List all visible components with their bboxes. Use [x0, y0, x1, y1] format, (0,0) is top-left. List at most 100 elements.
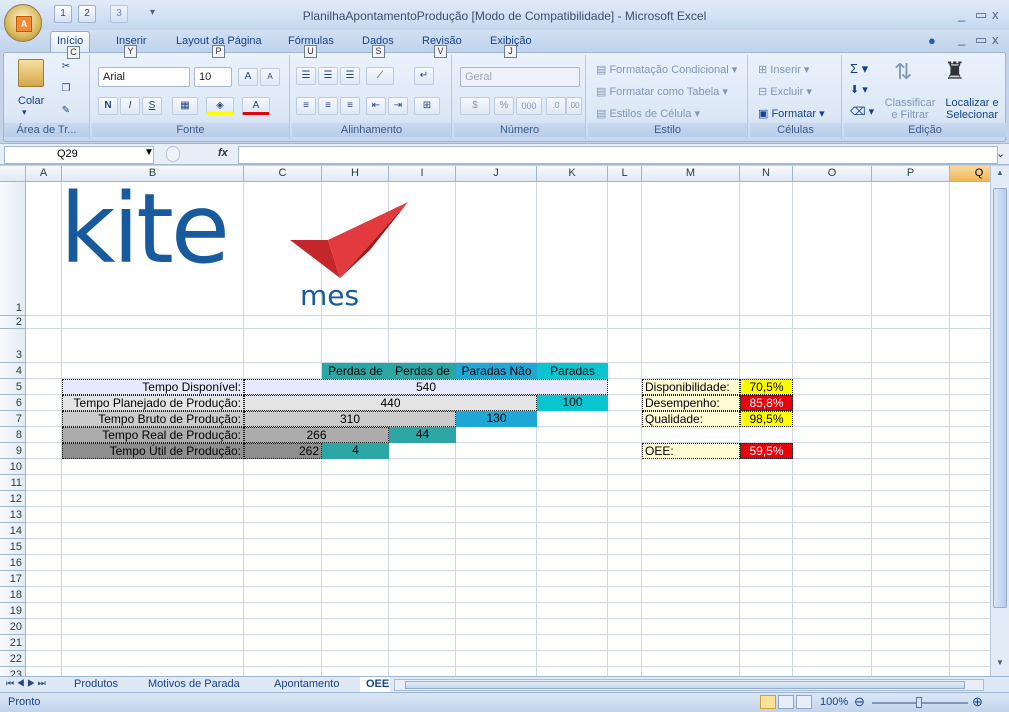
align-center-icon[interactable]: ≡: [318, 97, 338, 115]
header-paradas-nao-planejadas[interactable]: Paradas Não Planejadas: [456, 363, 537, 379]
paste-dropdown-icon[interactable]: ▾: [22, 107, 27, 118]
tab-exibicao[interactable]: Exibição J: [490, 35, 532, 58]
sheet-tab-apontamento[interactable]: Apontamento: [266, 677, 347, 693]
column-header-h[interactable]: H: [322, 166, 389, 182]
spreadsheet-grid[interactable]: ABCHIJKLMNOPQ 1 2 3 4 5 6 7 8 9 10 11 12 13 14 15 16 17 1…: [0, 166, 1009, 676]
row-header-16[interactable]: 16: [0, 555, 26, 571]
tempo-bruto-value[interactable]: 310: [244, 411, 456, 427]
tempo-disponivel-label[interactable]: Tempo Disponível:: [62, 379, 244, 395]
qualidade-label[interactable]: Qualidade:: [642, 411, 740, 427]
column-header-m[interactable]: M: [642, 166, 740, 182]
header-perdas-eficiencia[interactable]: Perdas de Eficiência: [389, 363, 456, 379]
row-header-7[interactable]: 7: [0, 411, 26, 427]
horizontal-scrollbar[interactable]: [394, 679, 984, 691]
decrease-decimal-icon[interactable]: .00: [566, 97, 582, 115]
row-header-11[interactable]: 11: [0, 475, 26, 491]
tab-inserir[interactable]: Inserir Y: [116, 35, 147, 58]
percent-button[interactable]: %: [494, 97, 514, 115]
sheet-tab-produtos[interactable]: Produtos: [66, 677, 126, 693]
currency-icon[interactable]: $: [460, 97, 490, 115]
header-perdas-qualidade[interactable]: Perdas de Qualidade: [322, 363, 389, 379]
column-header-o[interactable]: O: [793, 166, 872, 182]
column-header-i[interactable]: I: [389, 166, 456, 182]
sheet-tab-motivos[interactable]: Motivos de Parada: [140, 677, 248, 693]
tab-formulas[interactable]: Fórmulas U: [288, 35, 334, 58]
tempo-planejado-value[interactable]: 440: [244, 395, 537, 411]
zoom-out-icon[interactable]: ⊖: [854, 694, 865, 710]
doc-minimize-button[interactable]: _: [958, 31, 965, 46]
decrease-indent-icon[interactable]: ⇤: [366, 97, 386, 115]
row-header-6[interactable]: 6: [0, 395, 26, 411]
column-header-n[interactable]: N: [740, 166, 793, 182]
format-cells-button[interactable]: ▣ Formatar ▾: [758, 107, 825, 120]
zoom-level[interactable]: 100%: [820, 696, 848, 708]
desempenho-value[interactable]: 85,8%: [740, 395, 793, 411]
delete-cells-button[interactable]: ⊟ Excluir ▾: [758, 85, 812, 98]
autosum-button[interactable]: Σ ▾: [850, 61, 868, 77]
row-header-19[interactable]: 19: [0, 603, 26, 619]
name-box[interactable]: Q29: [4, 146, 154, 164]
close-button[interactable]: x: [992, 7, 999, 22]
column-header-l[interactable]: L: [608, 166, 642, 182]
paradas-nao-planejadas-value[interactable]: 130: [456, 411, 537, 427]
fill-icon[interactable]: ⬇ ▾: [850, 83, 868, 96]
doc-restore-button[interactable]: ▭: [975, 32, 987, 48]
row-header-2[interactable]: 2: [0, 316, 26, 329]
doc-close-button[interactable]: x: [992, 32, 999, 47]
row-header-1[interactable]: 1: [0, 182, 26, 316]
tempo-real-label[interactable]: Tempo Real de Produção:: [62, 427, 244, 443]
scroll-thumb[interactable]: [993, 188, 1007, 608]
paradas-planejadas-value[interactable]: 100: [537, 395, 608, 411]
clear-icon[interactable]: ⌫ ▾: [850, 105, 874, 118]
row-header-12[interactable]: 12: [0, 491, 26, 507]
merge-center-icon[interactable]: ⊞: [414, 97, 440, 115]
font-color-icon[interactable]: A: [242, 97, 270, 115]
oee-label[interactable]: OEE:: [642, 443, 740, 459]
format-as-table-button[interactable]: ▤ Formatar como Tabela ▾: [596, 85, 728, 98]
qualidade-value[interactable]: 98,5%: [740, 411, 793, 427]
insert-cells-button[interactable]: ⊞ Inserir ▾: [758, 63, 809, 76]
row-header-23[interactable]: 23: [0, 667, 26, 676]
tab-inicio[interactable]: Início C: [50, 31, 91, 59]
tab-layout[interactable]: Layout da Página P: [176, 35, 262, 58]
formula-input[interactable]: [238, 146, 998, 164]
align-middle-icon[interactable]: ☰: [318, 67, 338, 85]
insert-function-button[interactable]: fx: [218, 147, 228, 159]
row-header-13[interactable]: 13: [0, 507, 26, 523]
tempo-util-value[interactable]: 262: [244, 443, 322, 459]
disponibilidade-value[interactable]: 70,5%: [740, 379, 793, 395]
row-header-20[interactable]: 20: [0, 619, 26, 635]
sort-filter-button[interactable]: Classificar e Filtrar: [884, 97, 936, 121]
copy-icon[interactable]: ❐: [56, 81, 76, 99]
restore-button[interactable]: ▭: [975, 7, 987, 23]
align-left-icon[interactable]: ≡: [296, 97, 316, 115]
row-header-10[interactable]: 10: [0, 459, 26, 475]
select-all-corner[interactable]: [0, 166, 26, 182]
align-right-icon[interactable]: ≡: [340, 97, 360, 115]
help-icon[interactable]: ●: [928, 33, 936, 48]
row-header-15[interactable]: 15: [0, 539, 26, 555]
normal-view-icon[interactable]: [760, 695, 776, 709]
font-size-select[interactable]: 10: [194, 67, 232, 87]
shrink-font-button[interactable]: A: [260, 68, 280, 86]
paste-button[interactable]: Colar: [18, 95, 44, 107]
orientation-icon[interactable]: ⟋: [366, 67, 394, 85]
tempo-planejado-label[interactable]: Tempo Planejado de Produção:: [62, 395, 244, 411]
increase-decimal-icon[interactable]: .0: [546, 97, 566, 115]
row-header-8[interactable]: 8: [0, 427, 26, 443]
align-bottom-icon[interactable]: ☰: [340, 67, 360, 85]
tab-revisao[interactable]: Revisão V: [422, 35, 462, 58]
desempenho-label[interactable]: Desempenho:: [642, 395, 740, 411]
row-header-14[interactable]: 14: [0, 523, 26, 539]
sheet-nav-icon[interactable]: ⏮ ◀ ▶ ⏭: [6, 678, 46, 689]
vertical-scrollbar[interactable]: ▲ ▼: [990, 166, 1009, 676]
oee-value[interactable]: 59,5%: [740, 443, 793, 459]
tempo-disponivel-value[interactable]: 540: [244, 379, 608, 395]
conditional-format-button[interactable]: ▤ Formatação Condicional ▾: [596, 63, 737, 76]
column-header-c[interactable]: C: [244, 166, 322, 182]
tab-dados[interactable]: Dados S: [362, 35, 394, 58]
grow-font-button[interactable]: A: [238, 68, 258, 86]
name-box-dropdown-icon[interactable]: ▼: [144, 147, 154, 158]
row-header-21[interactable]: 21: [0, 635, 26, 651]
row-header-3[interactable]: 3: [0, 329, 26, 363]
